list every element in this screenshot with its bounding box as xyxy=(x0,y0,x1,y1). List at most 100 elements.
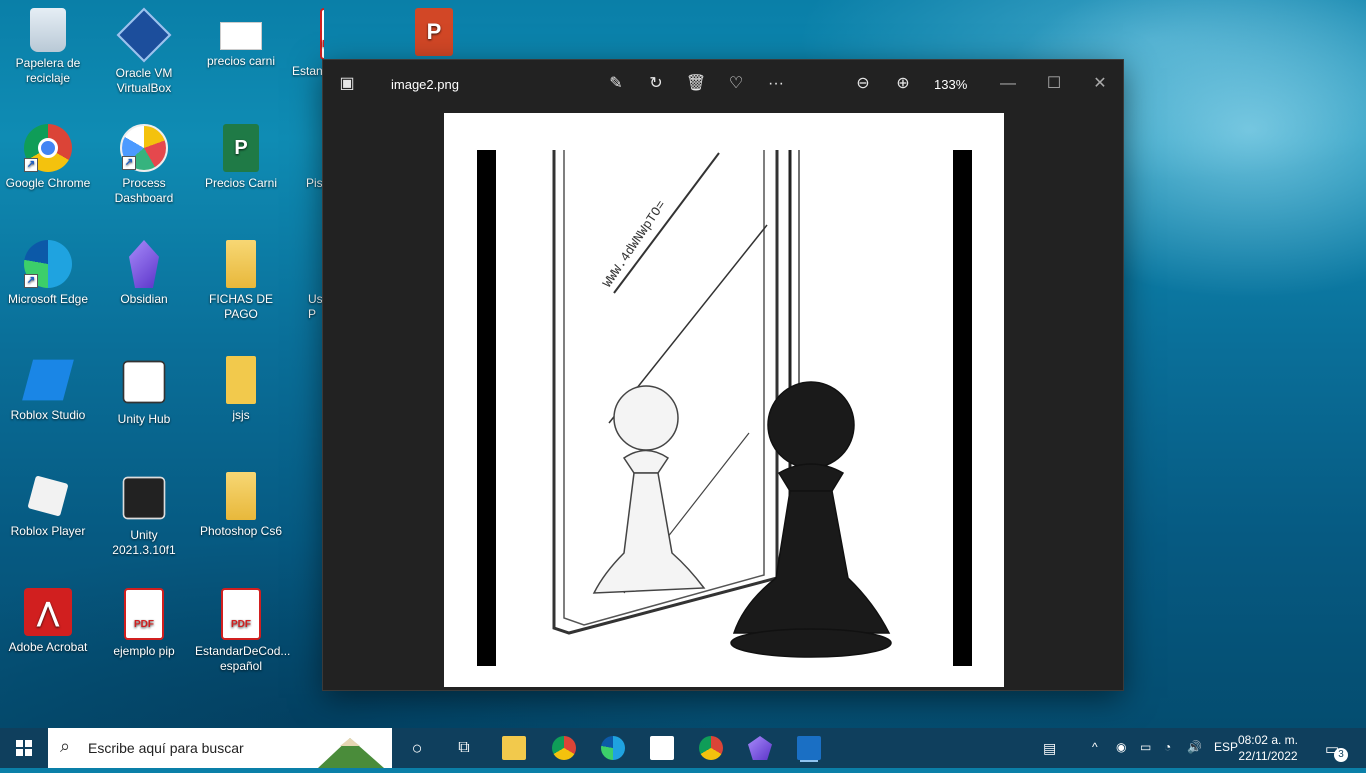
zoom-level[interactable]: 133% xyxy=(934,77,967,92)
delete-icon[interactable]: 🗑 xyxy=(684,72,708,96)
viewer-filename: image2.png xyxy=(391,77,459,92)
virtualbox-icon xyxy=(116,7,172,63)
search-box[interactable]: ⌕ Escribe aquí para buscar xyxy=(48,728,392,768)
volume-icon[interactable]: 🔊 xyxy=(1187,740,1202,754)
zoom-in-icon[interactable]: ⊕ xyxy=(891,72,915,96)
unity-icon xyxy=(122,476,166,520)
icon-label: Adobe Acrobat xyxy=(8,640,88,654)
dashboard-icon: ↗ xyxy=(120,124,168,172)
icon-label: Process Dashboard xyxy=(114,176,174,205)
icon-label: Microsoft Edge xyxy=(7,292,89,306)
pawn-mirror-illustration: WWW.4dWNWpTO= xyxy=(477,150,972,666)
start-button[interactable] xyxy=(0,728,48,768)
desktop-icon-us-p[interactable]: Us P xyxy=(290,240,324,322)
chrome-profile-taskbar-icon[interactable] xyxy=(699,736,723,760)
desktop-icon-roblox-player[interactable]: Roblox Player xyxy=(0,472,96,539)
rotate-icon[interactable]: ↻ xyxy=(644,72,668,96)
viewer-title-bar[interactable]: ▣ image2.png ✎ ↻ 🗑 ♡ ··· ⊖ ⊕ 133% — ☐ ✕ xyxy=(323,60,1123,108)
obsidian-icon xyxy=(129,240,159,288)
minimize-icon[interactable]: — xyxy=(996,72,1020,96)
icon-label: Google Chrome xyxy=(5,176,91,190)
shortcut-arrow-icon: ↗ xyxy=(122,156,136,170)
favorite-icon[interactable]: ♡ xyxy=(724,72,748,96)
icon-label: Roblox Player xyxy=(10,524,86,538)
zoom-out-icon[interactable]: ⊖ xyxy=(851,72,875,96)
icon-label: Roblox Studio xyxy=(10,408,86,422)
clock-date: 22/11/2022 xyxy=(1238,749,1298,763)
acrobat-icon: ⋀ xyxy=(24,588,72,636)
desktop-icon-adobe-acrobat[interactable]: ⋀ Adobe Acrobat xyxy=(0,588,96,655)
pdf-icon: PDF xyxy=(320,8,324,60)
desktop-icon-roblox-studio[interactable]: Roblox Studio xyxy=(0,356,96,423)
icon-label: Oracle VM VirtualBox xyxy=(115,66,173,95)
desktop-icon-recycle-bin[interactable]: Papelera de reciclaje xyxy=(0,8,96,86)
maximize-icon[interactable]: ☐ xyxy=(1042,72,1066,96)
desktop-icon-virtualbox[interactable]: Oracle VM VirtualBox xyxy=(96,7,192,96)
desktop-icon-edge[interactable]: ↗ Microsoft Edge xyxy=(0,240,96,307)
meet-now-icon[interactable]: ◉ xyxy=(1116,740,1126,754)
obsidian-taskbar-icon[interactable] xyxy=(748,736,772,760)
desktop-icon-precios-carni[interactable]: precios carni xyxy=(193,8,289,69)
icon-label: FICHAS DE PAGO xyxy=(208,292,273,321)
desktop-icon-jsjs[interactable]: jsjs xyxy=(193,356,289,423)
news-widget-icon[interactable]: ▤ xyxy=(1043,740,1056,757)
desktop-icon-unity-hub[interactable]: Unity Hub xyxy=(96,356,192,427)
icon-label: ejemplo pip xyxy=(113,644,175,658)
icon-label: Obsidian xyxy=(120,292,168,306)
wifi-icon[interactable]: ◔ xyxy=(1164,740,1171,754)
desktop-icon-estandar[interactable]: PDF EstandarDeCod... español xyxy=(193,588,291,674)
edge-taskbar-icon[interactable] xyxy=(601,736,625,760)
desktop-icon-precios-carni-project[interactable]: P Precios Carni xyxy=(193,124,289,191)
icon-label: Papelera de reciclaje xyxy=(15,56,81,85)
edge-icon: ↗ xyxy=(24,240,72,288)
desktop-icon-powerpoint[interactable]: P xyxy=(386,8,482,60)
chrome-taskbar-icon[interactable] xyxy=(552,736,576,760)
search-icon: ⌕ xyxy=(60,736,71,756)
pdf-icon: PDF xyxy=(221,588,261,640)
project-icon: P xyxy=(223,124,259,172)
desktop-icon-chrome[interactable]: ↗ Google Chrome xyxy=(0,124,96,191)
desktop-icon-estan[interactable]: PDF Estan xyxy=(290,8,324,79)
desktop-icon-pish[interactable]: Pish xyxy=(290,124,324,191)
cortana-icon[interactable]: ○ xyxy=(405,736,429,760)
icon-label: Photoshop Cs6 xyxy=(199,524,283,538)
photos-viewer-window[interactable]: ▣ image2.png ✎ ↻ 🗑 ♡ ··· ⊖ ⊕ 133% — ☐ ✕ … xyxy=(323,60,1123,690)
store-icon[interactable] xyxy=(650,736,674,760)
taskbar: ⌕ Escribe aquí para buscar ○ ⧉ ▤ ^ ◉ ▭ ◔… xyxy=(0,728,1366,768)
task-view-icon[interactable]: ⧉ xyxy=(452,736,476,760)
folder-icon xyxy=(226,240,256,288)
clock[interactable]: 08:02 a. m. 22/11/2022 xyxy=(1238,732,1298,764)
icon-label: Us P xyxy=(308,292,323,321)
icon-label: precios carni xyxy=(206,54,276,68)
icon-label: Unity 2021.3.10f1 xyxy=(112,528,176,557)
roblox-icon xyxy=(27,475,69,517)
folder-icon xyxy=(226,472,256,520)
more-icon[interactable]: ··· xyxy=(764,72,788,96)
battery-icon[interactable]: ▭ xyxy=(1140,740,1151,754)
gallery-icon[interactable]: ▣ xyxy=(335,72,359,96)
recycle-bin-icon xyxy=(30,8,66,52)
close-icon[interactable]: ✕ xyxy=(1088,72,1112,96)
icon-label: EstandarDeCod... español xyxy=(195,644,291,673)
file-explorer-icon[interactable] xyxy=(502,736,526,760)
desktop-icon-obsidian[interactable]: Obsidian xyxy=(96,240,192,307)
powerpoint-icon: P xyxy=(415,8,453,56)
watermark-text: WWW.4dWNWpTO= xyxy=(600,198,669,291)
pdf-icon: PDF xyxy=(124,588,164,640)
desktop-icon-fichas-de-pago[interactable]: FICHAS DE PAGO xyxy=(193,240,289,322)
desktop-icon-ejemplo-pip[interactable]: PDF ejemplo pip xyxy=(96,588,192,659)
desktop-icon-unity-editor[interactable]: Unity 2021.3.10f1 xyxy=(96,472,192,558)
roblox-studio-icon xyxy=(22,359,74,401)
edit-icon[interactable]: ✎ xyxy=(604,72,628,96)
show-hidden-icons-icon[interactable]: ^ xyxy=(1092,740,1098,754)
desktop-icon-photoshop-cs6[interactable]: Photoshop Cs6 xyxy=(193,472,289,539)
windows-logo-icon xyxy=(16,740,32,756)
desktop-icon-process-dashboard[interactable]: ↗ Process Dashboard xyxy=(96,124,192,206)
photos-taskbar-icon[interactable] xyxy=(797,736,821,760)
unity-hub-icon xyxy=(122,360,166,404)
icon-label: Precios Carni xyxy=(204,176,278,190)
document-icon xyxy=(220,22,262,50)
shortcut-arrow-icon: ↗ xyxy=(24,158,38,172)
icon-label: jsjs xyxy=(232,408,250,422)
language-indicator[interactable]: ESP xyxy=(1214,740,1238,754)
